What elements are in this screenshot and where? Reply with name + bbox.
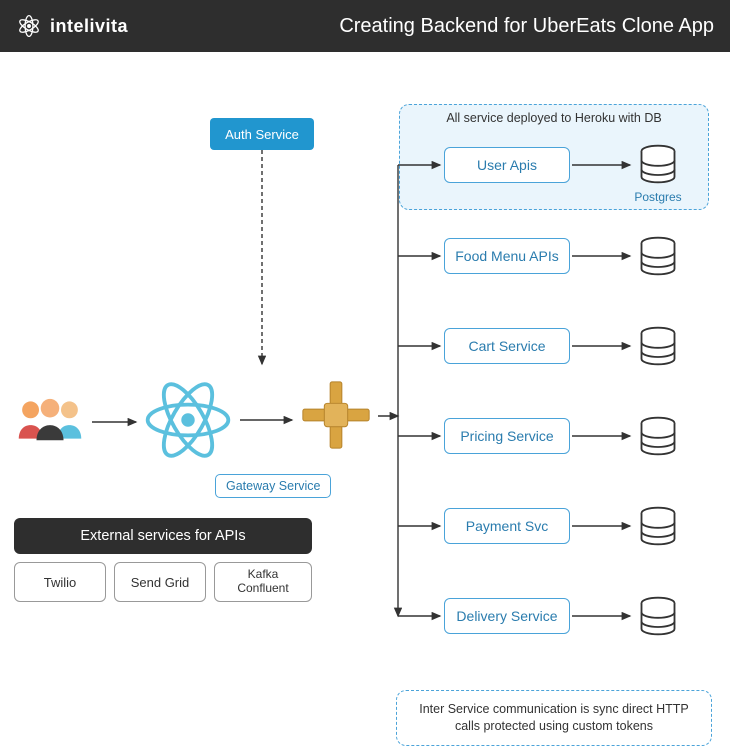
auth-service-node: Auth Service: [210, 118, 314, 150]
brand-name: intelivita: [50, 16, 128, 37]
external-services-title: External services for APIs: [14, 518, 312, 554]
gateway-service-label: Gateway Service: [215, 474, 331, 498]
db-icon: [636, 142, 680, 186]
user-apis-node: User Apis: [444, 147, 570, 183]
footer-note: Inter Service communication is sync dire…: [396, 690, 712, 746]
brand-logo: intelivita: [16, 13, 128, 39]
db-icon: [636, 594, 680, 638]
food-menu-apis-node: Food Menu APIs: [444, 238, 570, 274]
logo-icon: [16, 13, 42, 39]
postgres-label: Postgres: [632, 190, 684, 204]
db-icon: [636, 324, 680, 368]
gateway-icon: [297, 376, 375, 454]
db-icon: [636, 414, 680, 458]
users-icon: [12, 395, 88, 445]
header: intelivita Creating Backend for UberEats…: [0, 0, 730, 52]
page-title: Creating Backend for UberEats Clone App: [128, 15, 714, 38]
architecture-diagram: Auth Service All service deployed to Her…: [0, 52, 730, 749]
kafka-box: Kafka Confluent: [214, 562, 312, 602]
heroku-note: All service deployed to Heroku with DB: [400, 111, 708, 125]
twilio-box: Twilio: [14, 562, 106, 602]
payment-svc-node: Payment Svc: [444, 508, 570, 544]
delivery-service-node: Delivery Service: [444, 598, 570, 634]
auth-service-label: Auth Service: [225, 127, 299, 142]
db-icon: [636, 234, 680, 278]
cart-service-node: Cart Service: [444, 328, 570, 364]
db-icon: [636, 504, 680, 548]
pricing-service-node: Pricing Service: [444, 418, 570, 454]
sendgrid-box: Send Grid: [114, 562, 206, 602]
react-icon: [140, 372, 236, 468]
